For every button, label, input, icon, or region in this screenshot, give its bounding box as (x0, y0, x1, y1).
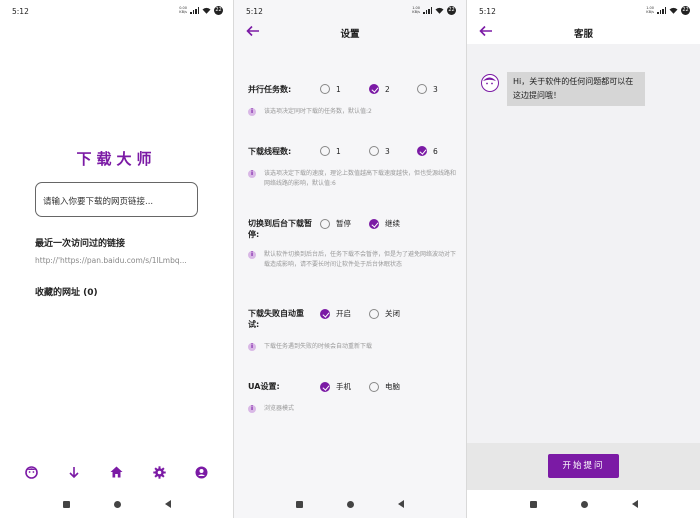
retry-hint: i 下载任务遇到失败的时候会自动重新下载 (248, 342, 458, 352)
parallel-hint: i 该选项决定同时下载的任务数，默认值:2 (248, 107, 458, 117)
threads-option-3[interactable]: 3 (369, 146, 390, 156)
settings-screen: 5:12 1.00 KB/s 22 设置 并行任务数: 1 2 3 i 该选项决定… (234, 0, 466, 518)
gear-icon[interactable] (152, 465, 166, 479)
parallel-option-2[interactable]: 2 (369, 84, 390, 94)
signal-icon (190, 7, 199, 14)
recent-link[interactable]: http://'https://pan.baidu.com/s/1lLmbq..… (35, 256, 200, 265)
system-nav-bar (467, 490, 700, 518)
bottom-tab-bar (0, 462, 233, 482)
threads-label: 下载线程数: (248, 147, 292, 156)
recents-button[interactable] (296, 500, 303, 508)
radio-button[interactable] (369, 146, 379, 156)
recents-button[interactable] (529, 500, 537, 508)
signal-icon (657, 7, 666, 14)
face-icon (483, 77, 496, 85)
background-option-pause[interactable]: 暂停 (320, 218, 351, 229)
account-icon[interactable] (195, 465, 209, 479)
ua-option-desktop[interactable]: 电脑 (369, 381, 400, 392)
ua-hint: i 浏览器模式 (248, 404, 458, 414)
home-button[interactable] (113, 500, 121, 508)
parallel-tasks-label: 并行任务数: (248, 85, 292, 94)
retry-option-off[interactable]: 关闭 (369, 308, 400, 319)
radio-button[interactable] (320, 146, 330, 156)
radio-button[interactable] (369, 381, 379, 392)
home-icon[interactable] (109, 465, 123, 479)
download-arrow-icon[interactable] (67, 465, 81, 479)
radio-button[interactable] (320, 84, 330, 94)
radio-button[interactable] (320, 218, 330, 229)
info-icon: i (248, 343, 256, 351)
page-title: 设置 (340, 29, 360, 40)
battery-icon: 22 (681, 6, 690, 15)
parallel-option-1[interactable]: 1 (320, 84, 341, 94)
threads-hint: i 该选项决定下载的速度，理论上数值越高下载速度越快，但也受源线路和网络线路的影响… (248, 169, 458, 189)
support-screen: 5:12 1.00 KB/s 22 客服 Hi，关于软件的任何问题都可以在这边提… (467, 0, 700, 518)
ua-label: UA设置: (248, 382, 280, 391)
support-message-bubble: Hi，关于软件的任何问题都可以在这边提问哦！ (507, 72, 645, 106)
bottom-action-area: 开始提问 (467, 443, 700, 490)
radio-button[interactable] (417, 84, 427, 94)
status-bar: 5:12 1.00 KB/s 22 (234, 0, 466, 22)
app-title: 下载大师 (76, 150, 157, 168)
network-speed: 1.00 KB/s (412, 6, 420, 14)
favorites-row[interactable]: 收藏的网址 (0) (35, 285, 98, 298)
wifi-icon (202, 7, 211, 14)
face-icon[interactable] (24, 465, 38, 479)
page-title: 客服 (573, 29, 593, 40)
header: 客服 (467, 22, 700, 44)
back-button[interactable] (164, 500, 171, 508)
recents-button[interactable] (62, 500, 70, 508)
recent-links-heading: 最近一次访问过的链接 (35, 239, 126, 249)
system-nav-bar (0, 490, 233, 518)
favorites-count: (0) (83, 288, 98, 298)
radio-checked[interactable] (417, 146, 427, 156)
status-time: 5:12 (479, 7, 496, 16)
retry-option-on[interactable]: 开启 (320, 308, 351, 319)
info-icon: i (248, 405, 256, 413)
system-nav-bar (234, 490, 466, 518)
home-button[interactable] (347, 500, 354, 508)
header: 设置 (234, 22, 466, 42)
radio-checked[interactable] (369, 218, 379, 229)
status-time: 5:12 (12, 7, 29, 16)
background-pause-label: 切换到后台下载暂 停: (248, 219, 312, 239)
home-button[interactable] (580, 500, 588, 508)
ua-option-phone[interactable]: 手机 (320, 381, 351, 392)
url-input[interactable]: 请输入你要下载的网页链接... (35, 182, 198, 217)
status-time: 5:12 (246, 7, 263, 16)
signal-icon (423, 7, 432, 14)
radio-checked[interactable] (369, 84, 379, 94)
parallel-option-3[interactable]: 3 (417, 84, 438, 94)
threads-option-1[interactable]: 1 (320, 146, 341, 156)
background-hint: i 默认软件切换到后台后，任务下载不会暂停，但是为了避免网络波动对下载造成影响，请… (248, 250, 458, 270)
start-asking-button[interactable]: 开始提问 (548, 454, 619, 478)
support-avatar (481, 74, 499, 92)
network-speed: 1.00 KB/s (646, 6, 654, 14)
radio-button[interactable] (369, 308, 379, 319)
auto-retry-label: 下载失败自动重 试: (248, 309, 304, 329)
info-icon: i (248, 108, 256, 116)
status-bar: 5:12 0.00 KB/s 22 (0, 0, 233, 22)
info-icon: i (248, 170, 256, 178)
background-option-continue[interactable]: 继续 (369, 218, 400, 229)
radio-checked[interactable] (320, 308, 330, 319)
wifi-icon (669, 7, 678, 14)
status-bar: 5:12 1.00 KB/s 22 (467, 0, 700, 22)
back-button[interactable] (398, 500, 404, 508)
home-screen: 5:12 0.00 KB/s 22 下载大师 请输入你要下载的网页链接... 最… (0, 0, 233, 518)
threads-option-6[interactable]: 6 (417, 146, 438, 156)
radio-checked[interactable] (320, 381, 330, 392)
favorites-label: 收藏的网址 (35, 288, 81, 298)
info-icon: i (248, 251, 256, 259)
back-button[interactable] (631, 500, 638, 508)
network-speed: 0.00 KB/s (179, 6, 187, 14)
battery-icon: 22 (214, 6, 223, 15)
wifi-icon (435, 7, 444, 14)
battery-icon: 22 (447, 6, 456, 15)
